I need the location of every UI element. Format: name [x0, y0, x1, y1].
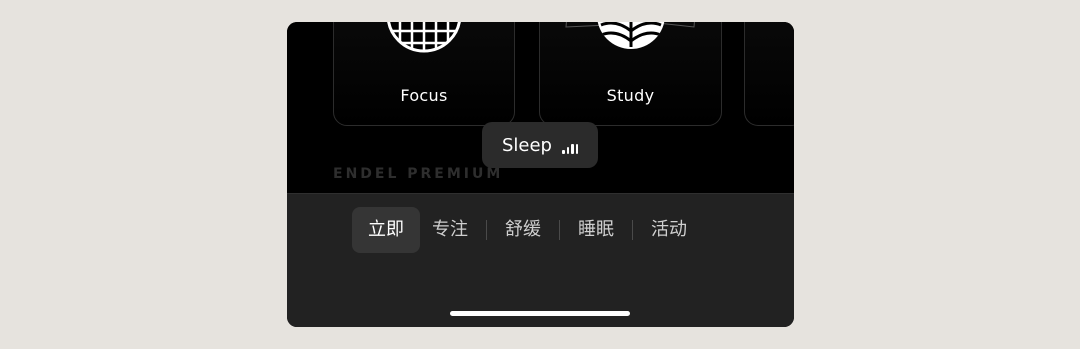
- tab-sleep[interactable]: 睡眠: [566, 207, 626, 253]
- now-playing-label: Sleep: [501, 134, 552, 156]
- audio-bars-icon: [562, 142, 578, 154]
- tab-separator: [632, 220, 633, 240]
- card-focus-label: Focus: [400, 86, 448, 105]
- tab-now[interactable]: 立即: [352, 207, 420, 253]
- card-next-partial[interactable]: [744, 22, 794, 126]
- now-playing-toast[interactable]: Sleep: [482, 122, 598, 168]
- tab-separator: [486, 220, 487, 240]
- home-indicator[interactable]: [450, 311, 630, 316]
- card-study-label: Study: [606, 86, 655, 105]
- app-screen: Focus Study ENDEL PREMIUM 立即 专注 舒缓 睡眠 活动: [287, 22, 794, 327]
- grid-globe-icon: [387, 22, 461, 53]
- tab-activity[interactable]: 活动: [639, 207, 699, 253]
- tab-focus[interactable]: 专注: [420, 207, 480, 253]
- open-book-icon: [564, 22, 695, 49]
- tab-relax[interactable]: 舒缓: [493, 207, 553, 253]
- card-study[interactable]: Study: [539, 22, 722, 126]
- card-focus[interactable]: Focus: [333, 22, 515, 126]
- tab-separator: [559, 220, 560, 240]
- tabs: 立即 专注 舒缓 睡眠 活动: [352, 207, 699, 253]
- category-tab-bar: 立即 专注 舒缓 睡眠 活动: [287, 193, 794, 327]
- premium-heading: ENDEL PREMIUM: [333, 166, 504, 182]
